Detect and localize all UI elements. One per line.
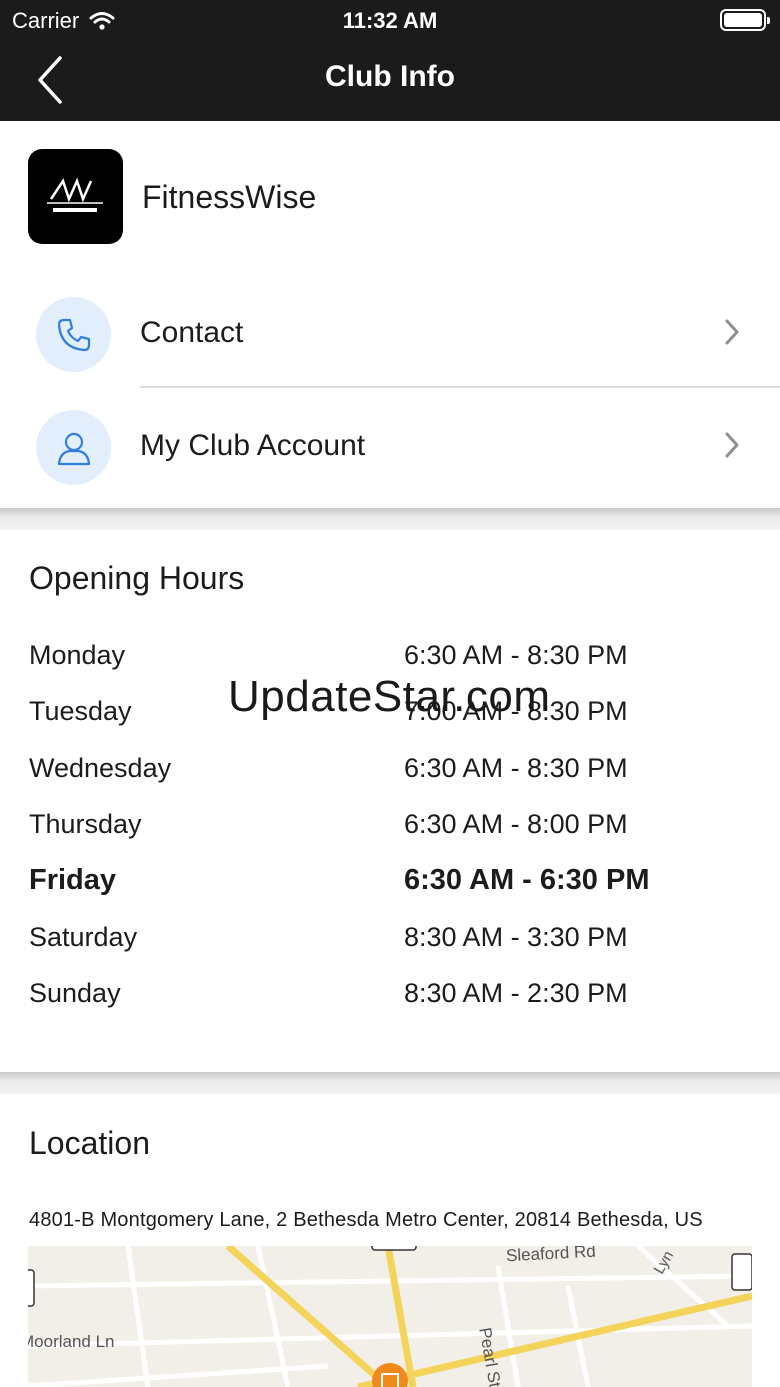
day-label: Thursday (29, 809, 142, 839)
battery-icon (720, 9, 770, 31)
club-logo (28, 149, 123, 244)
day-label: Saturday (29, 922, 138, 952)
section-separator (0, 508, 780, 530)
hours-value: 6:30 AM - 8:30 PM (404, 640, 628, 670)
location-map[interactable]: Sleaford Rd Pearl St Moorland Ln Lyn (28, 1246, 752, 1387)
user-icon (57, 432, 90, 465)
hours-value: 6:30 AM - 8:30 PM (404, 753, 628, 783)
day-label: Friday (29, 864, 117, 896)
day-label: Wednesday (29, 753, 172, 783)
day-label: Sunday (29, 978, 121, 1008)
page-title: Club Info (325, 60, 455, 93)
map-streets (28, 1246, 752, 1387)
hours-value: 6:30 AM - 8:00 PM (404, 809, 628, 839)
account-icon-circle (36, 410, 111, 485)
my-club-account-label: My Club Account (140, 429, 366, 462)
day-label: Monday (29, 640, 126, 670)
section-separator (0, 1072, 780, 1094)
hours-row-today: Friday 6:30 AM - 6:30 PM (0, 852, 780, 908)
watermark-text: UpdateStar.com (228, 672, 551, 721)
club-name: FitnessWise (142, 179, 317, 215)
hours-row: Wednesday 6:30 AM - 8:30 PM (0, 741, 780, 797)
chevron-right-icon (725, 319, 739, 345)
hours-value: 8:30 AM - 2:30 PM (404, 978, 628, 1008)
day-label: Tuesday (29, 696, 132, 726)
hours-row: Sunday 8:30 AM - 2:30 PM (0, 966, 780, 1022)
fitnesswise-logo-icon (46, 177, 103, 212)
location-title: Location (29, 1125, 150, 1161)
contact-icon-circle (36, 297, 111, 372)
hours-value: 8:30 AM - 3:30 PM (404, 922, 628, 952)
map-label-moorland-ln: Moorland Ln (28, 1332, 115, 1351)
phone-icon (57, 318, 90, 351)
hours-row: Thursday 6:30 AM - 8:00 PM (0, 797, 780, 853)
contact-row[interactable]: Contact (0, 276, 780, 389)
hours-row: Saturday 8:30 AM - 3:30 PM (0, 910, 780, 966)
contact-label: Contact (140, 316, 244, 349)
clock: 11:32 AM (342, 8, 438, 33)
location-address: 4801-B Montgomery Lane, 2 Bethesda Metro… (29, 1209, 703, 1231)
opening-hours-title: Opening Hours (29, 560, 245, 596)
chevron-right-icon (725, 432, 739, 458)
club-header: FitnessWise (0, 121, 780, 271)
navigation-bar: Carrier 11:32 AM Club Info (0, 0, 780, 121)
my-club-account-row[interactable]: My Club Account (0, 389, 780, 502)
hours-value: 6:30 AM - 6:30 PM (404, 864, 650, 896)
status-bar: Carrier 11:32 AM (0, 0, 780, 40)
row-divider (140, 386, 780, 388)
